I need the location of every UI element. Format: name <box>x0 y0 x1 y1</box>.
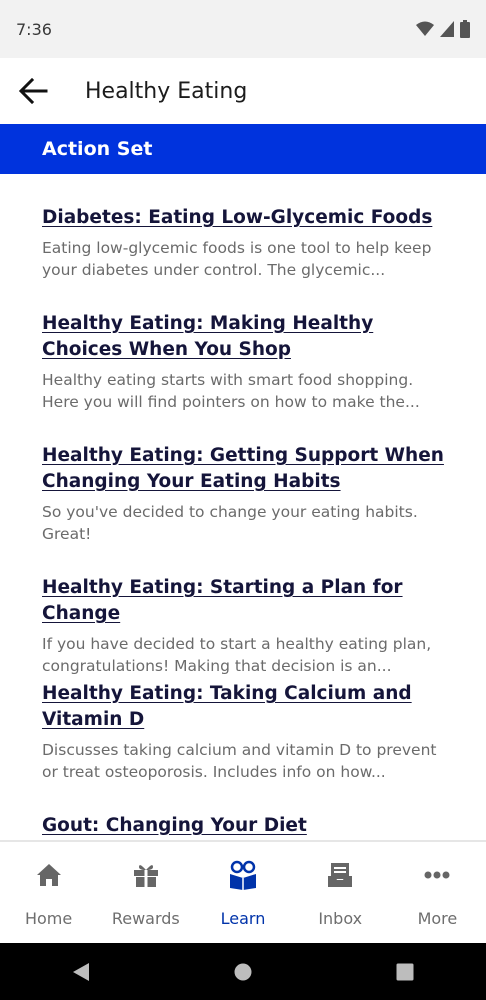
nav-item-inbox[interactable]: Inbox <box>292 842 389 943</box>
list-item[interactable]: Healthy Eating: Starting a Plan for Chan… <box>42 575 452 677</box>
article-title-link[interactable]: Healthy Eating: Taking Calcium and Vitam… <box>42 681 452 733</box>
article-list: Diabetes: Eating Low-Glycemic Foods Eati… <box>0 174 486 840</box>
back-button[interactable] <box>0 58 66 124</box>
article-description: If you have decided to start a healthy e… <box>42 635 432 675</box>
gift-icon <box>131 860 161 890</box>
status-icons <box>416 20 470 38</box>
nav-label: Rewards <box>111 909 180 928</box>
status-bar: 7:36 <box>0 0 486 58</box>
article-title-link[interactable]: Healthy Eating: Getting Support When Cha… <box>42 443 452 495</box>
learn-icon <box>228 860 258 890</box>
article-title-link[interactable]: Diabetes: Eating Low-Glycemic Foods <box>42 205 452 231</box>
app-bar: Healthy Eating <box>0 58 486 124</box>
battery-icon <box>460 20 470 38</box>
list-item[interactable]: Diabetes: Eating Low-Glycemic Foods Eati… <box>42 205 452 281</box>
nav-item-more[interactable]: More <box>389 842 486 943</box>
list-item[interactable]: Healthy Eating: Getting Support When Cha… <box>42 443 452 545</box>
article-title-link[interactable]: Healthy Eating: Making Healthy Choices W… <box>42 311 452 363</box>
inbox-icon <box>325 860 355 890</box>
nav-label: Learn <box>220 909 266 928</box>
back-arrow-icon <box>18 78 48 104</box>
article-description: Healthy eating starts with smart food sh… <box>42 371 420 411</box>
nav-label: Home <box>24 909 73 928</box>
nav-item-home[interactable]: Home <box>0 842 97 943</box>
list-item[interactable]: Healthy Eating: Taking Calcium and Vitam… <box>42 681 452 783</box>
nav-label: More <box>417 909 458 928</box>
system-back-icon[interactable] <box>72 962 90 982</box>
article-description: Eating low-glycemic foods is one tool to… <box>42 239 432 279</box>
list-item[interactable]: Healthy Eating: Making Healthy Choices W… <box>42 311 452 413</box>
home-icon <box>34 860 64 890</box>
article-title-link[interactable]: Healthy Eating: Starting a Plan for Chan… <box>42 575 452 627</box>
section-header: Action Set <box>0 124 486 174</box>
article-description: So you've decided to change your eating … <box>42 503 418 543</box>
nav-item-rewards[interactable]: Rewards <box>97 842 194 943</box>
system-home-icon[interactable] <box>234 963 252 981</box>
more-icon <box>422 860 452 890</box>
status-time: 7:36 <box>16 19 52 39</box>
nav-item-learn[interactable]: Learn <box>194 842 291 943</box>
system-recents-icon[interactable] <box>396 963 414 981</box>
list-item[interactable]: Gout: Changing Your Diet <box>42 813 452 840</box>
article-description: Discusses taking calcium and vitamin D t… <box>42 741 437 781</box>
cellular-signal-icon <box>440 21 454 37</box>
article-title-link[interactable]: Gout: Changing Your Diet <box>42 813 452 839</box>
bottom-nav: Home Rewards Learn Inbox More <box>0 840 486 943</box>
system-nav-bar <box>0 943 486 1000</box>
page-title: Healthy Eating <box>85 78 248 104</box>
section-title: Action Set <box>42 138 153 160</box>
wifi-icon <box>416 21 434 36</box>
nav-label: Inbox <box>318 909 363 928</box>
